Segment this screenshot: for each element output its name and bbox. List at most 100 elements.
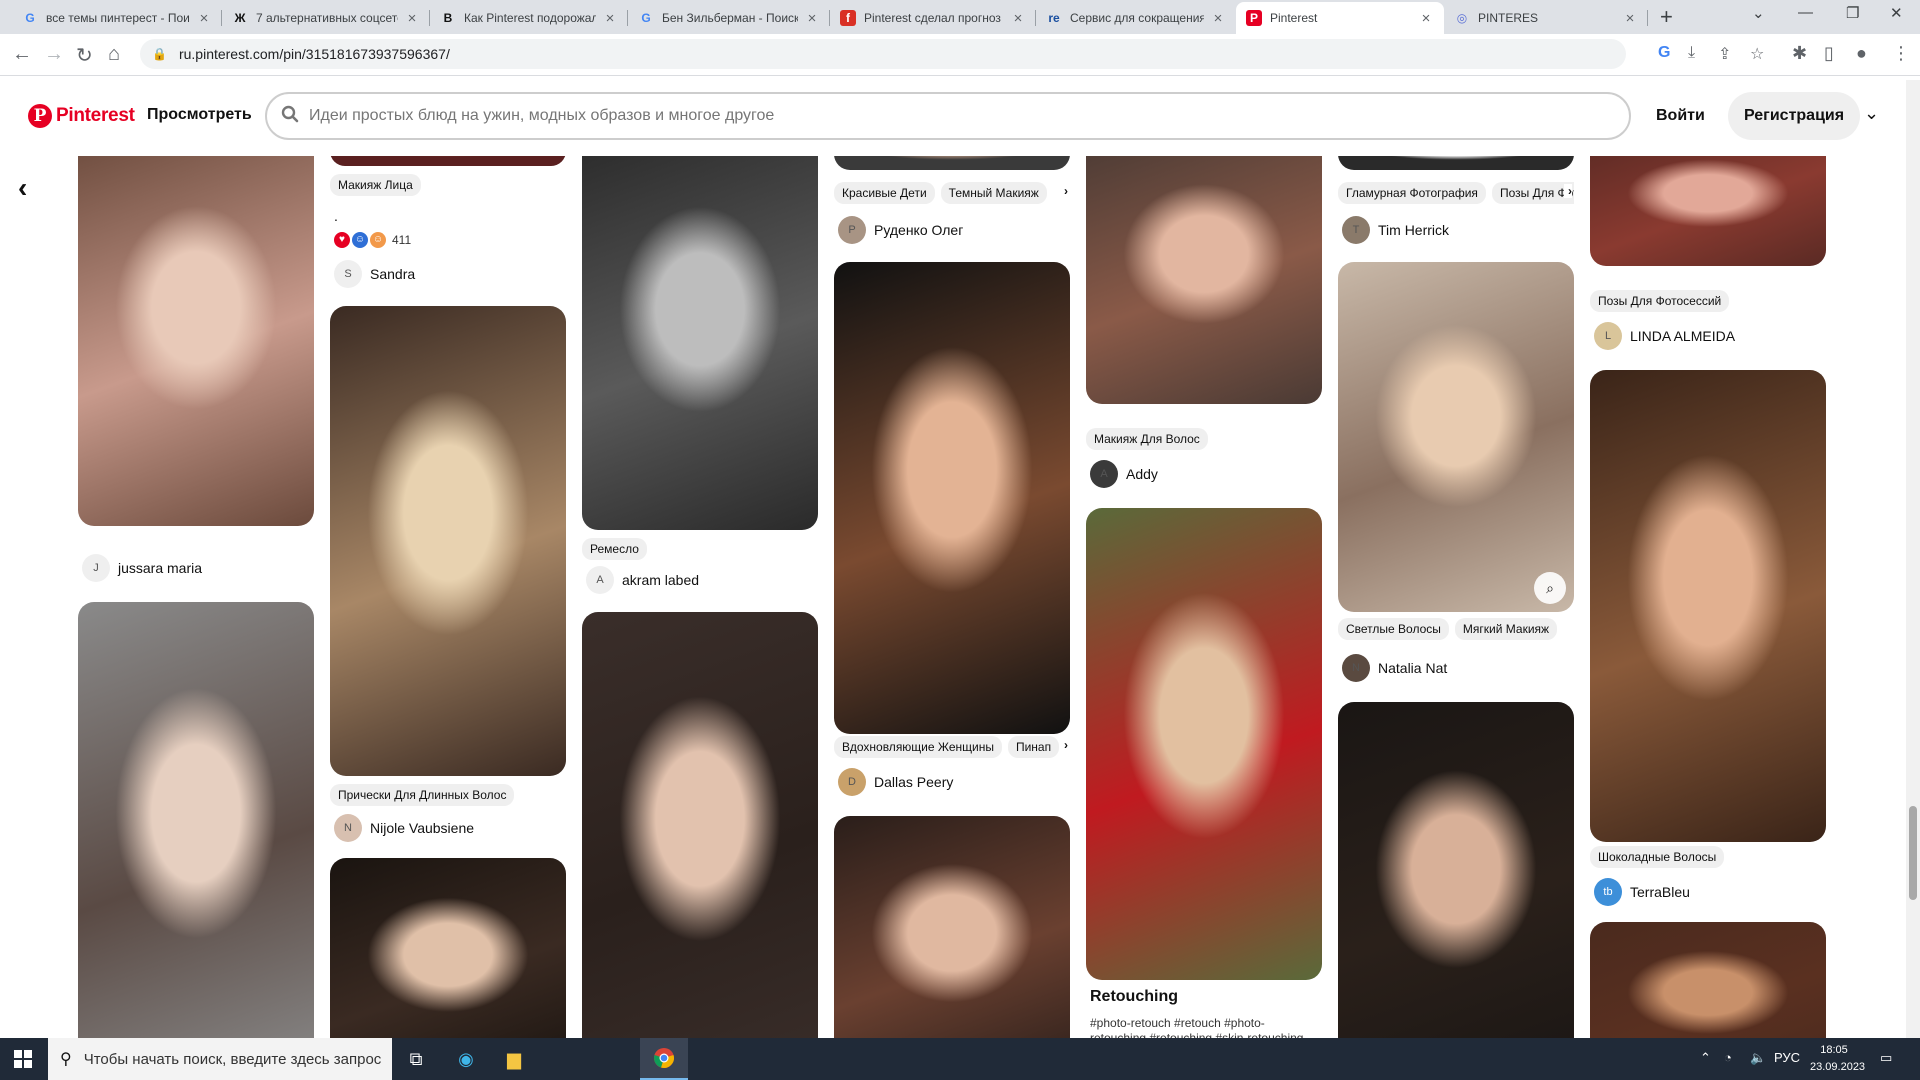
pin-tag[interactable]: Прически Для Длинных Волос	[330, 784, 515, 806]
pin-image[interactable]	[78, 602, 314, 1038]
browser-tab[interactable]: Ж 7 альтернативных соцсетей вместо Pinter…	[222, 2, 430, 34]
share-icon[interactable]: ⇪	[1718, 44, 1731, 64]
windows-start-icon[interactable]	[14, 1050, 32, 1068]
tags-chevron-right-icon[interactable]: ›	[1564, 184, 1572, 198]
tab-close-icon[interactable]: ×	[1418, 10, 1434, 27]
pin-image[interactable]	[1590, 156, 1826, 266]
taskbar-search[interactable]: ⚲ Чтобы начать поиск, введите здесь запр…	[48, 1038, 392, 1080]
pin-tag[interactable]: Светлые Волосы	[1338, 618, 1449, 640]
browse-link[interactable]: Просмотреть	[147, 106, 252, 124]
pin-tag[interactable]: Позы Для Фотосессий	[1590, 290, 1730, 312]
tab-close-icon[interactable]: ×	[404, 10, 420, 27]
pin-image[interactable]	[1086, 508, 1322, 980]
volume-icon[interactable]: 🔈	[1750, 1050, 1766, 1066]
forward-arrow-icon[interactable]: →	[44, 43, 64, 66]
tab-search-icon[interactable]: ⌄	[1752, 4, 1765, 22]
pin-tag[interactable]: Темный Макияж	[940, 182, 1047, 204]
pin-image[interactable]	[834, 262, 1070, 734]
pin-author[interactable]: N Nijole Vaubsiene	[334, 814, 474, 842]
tray-chevron-up-icon[interactable]: ⌃	[1700, 1050, 1711, 1066]
pin-tag[interactable]: Гламурная Фотография	[1338, 182, 1486, 204]
wifi-icon[interactable]: ◔	[1724, 1050, 1732, 1065]
tab-close-icon[interactable]: ×	[602, 10, 618, 27]
lock-icon[interactable]: 🔒	[152, 47, 167, 61]
tags-chevron-right-icon[interactable]: ›	[1060, 738, 1068, 752]
browser-tab[interactable]: re Сервис для сокращения ссылок ×	[1036, 2, 1236, 34]
pin-image[interactable]	[1086, 156, 1322, 404]
edge-browser-icon[interactable]: ◉	[442, 1038, 490, 1080]
bookmark-star-icon[interactable]: ☆	[1750, 44, 1764, 64]
pin-tag[interactable]: Ремесло	[582, 538, 647, 560]
pin-image[interactable]	[834, 816, 1070, 1038]
reload-icon[interactable]: ↻	[76, 43, 93, 68]
pin-author[interactable]: D Dallas Peery	[838, 768, 953, 796]
pinterest-logo[interactable]: P Pinterest	[28, 104, 135, 128]
file-explorer-icon[interactable]: ▆	[490, 1038, 538, 1080]
pin-image[interactable]	[1590, 922, 1826, 1038]
address-bar[interactable]: 🔒 ru.pinterest.com/pin/31518167393759636…	[140, 39, 1626, 69]
chrome-browser-icon[interactable]	[640, 1038, 688, 1080]
taskbar-clock[interactable]: 18:05 23.09.2023	[1810, 1042, 1865, 1076]
login-button[interactable]: Войти	[1656, 107, 1705, 125]
pin-image[interactable]	[330, 858, 566, 1038]
install-app-icon[interactable]: ⤓	[1688, 44, 1695, 62]
browser-tab[interactable]: ◎ PINTERES ×	[1444, 2, 1648, 34]
tab-close-icon[interactable]: ×	[1210, 10, 1226, 27]
pin-image[interactable]	[330, 156, 566, 166]
page-scrollbar[interactable]	[1906, 80, 1920, 1038]
notifications-icon[interactable]: ▭	[1880, 1050, 1892, 1066]
pin-author[interactable]: T Tim Herrick	[1342, 216, 1449, 244]
pin-image[interactable]	[1590, 370, 1826, 842]
pin-image[interactable]	[1338, 702, 1574, 1038]
task-view-icon[interactable]: ⧉	[392, 1038, 440, 1080]
maximize-button[interactable]: ❐	[1846, 4, 1859, 22]
tab-close-icon[interactable]: ×	[1010, 10, 1026, 27]
pin-title[interactable]: Retouching	[1090, 988, 1178, 1006]
home-icon[interactable]: ⌂	[108, 43, 120, 66]
search-input[interactable]	[309, 107, 1629, 125]
pin-tag[interactable]: Красивые Дети	[834, 182, 935, 204]
browser-tab[interactable]: G Бен Зильберман - Поиск в Google ×	[628, 2, 830, 34]
pin-tag[interactable]: Макияж Лица	[330, 174, 421, 196]
language-indicator[interactable]: РУС	[1774, 1050, 1800, 1065]
side-panel-icon[interactable]: ▯	[1824, 43, 1834, 64]
pin-tag[interactable]: Шоколадные Волосы	[1590, 846, 1725, 868]
pin-tag[interactable]: Мягкий Макияж	[1454, 618, 1558, 640]
tags-chevron-right-icon[interactable]: ›	[1060, 184, 1068, 198]
tab-close-icon[interactable]: ×	[804, 10, 820, 27]
browser-tab[interactable]: P Pinterest ×	[1236, 2, 1444, 34]
pin-tag[interactable]: Вдохновляющие Женщины	[834, 736, 1002, 758]
pin-author[interactable]: tb TerraBleu	[1594, 878, 1690, 906]
close-window-button[interactable]: ✕	[1890, 4, 1903, 22]
scrollbar-thumb[interactable]	[1909, 806, 1917, 900]
pin-image[interactable]	[330, 306, 566, 776]
pin-author[interactable]: Aakram labed	[586, 566, 699, 594]
pin-author[interactable]: A Addy	[1090, 460, 1158, 488]
pin-image[interactable]	[78, 156, 314, 526]
tab-close-icon[interactable]: ×	[1622, 10, 1638, 27]
profile-avatar-icon[interactable]: ●	[1856, 43, 1867, 64]
browser-tab[interactable]: B Как Pinterest подорожал и стал популярн…	[430, 2, 628, 34]
pin-image[interactable]	[834, 156, 1070, 170]
pin-author[interactable]: N Natalia Nat	[1342, 654, 1447, 682]
pin-author[interactable]: Р Руденко Олег	[838, 216, 963, 244]
browser-tab[interactable]: Gвсе темы пинтерест - Поиск в Google ×	[12, 2, 222, 34]
google-lens-icon[interactable]: G	[1658, 44, 1670, 62]
chevron-down-icon[interactable]: ⌄	[1864, 103, 1879, 124]
visual-search-icon[interactable]: ⌕	[1534, 572, 1566, 604]
back-arrow-icon[interactable]: ←	[12, 43, 32, 66]
pin-image[interactable]	[582, 612, 818, 1038]
pin-image[interactable]: ⌕	[1338, 262, 1574, 612]
menu-kebab-icon[interactable]: ⋮	[1892, 43, 1910, 64]
pin-image[interactable]	[582, 156, 818, 530]
signup-button[interactable]: Регистрация	[1728, 92, 1861, 140]
browser-tab[interactable]: f Pinterest сделал прогноз трендов ×	[830, 2, 1036, 34]
pin-image[interactable]	[1338, 156, 1574, 170]
extensions-icon[interactable]: ✱	[1792, 43, 1807, 64]
new-tab-button[interactable]: +	[1660, 4, 1673, 30]
pin-author[interactable]: Jjussara maria	[82, 554, 202, 582]
minimize-button[interactable]: —	[1798, 4, 1813, 21]
pin-tag[interactable]: Пинап	[1007, 736, 1060, 758]
pin-author[interactable]: S Sandra	[334, 260, 415, 288]
pin-tag[interactable]: Позы Для Фото	[1491, 182, 1574, 204]
